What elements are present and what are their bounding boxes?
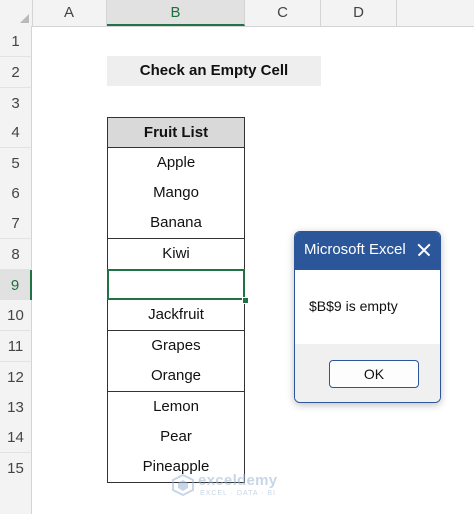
exceldemy-logo-icon [172,474,194,496]
row-header-5[interactable]: 5 [0,148,32,179]
row-header-4[interactable]: 4 [0,117,32,148]
watermark-tagline: EXCEL · DATA · BI [200,490,276,497]
row-header-13[interactable]: 13 [0,392,32,423]
fruit-cell-b13[interactable]: Lemon [107,392,245,423]
fruit-cell-b11[interactable]: Grapes [107,331,245,362]
exceldemy-watermark: exceldemy EXCEL · DATA · BI [172,470,312,500]
column-header-b[interactable]: B [107,0,245,26]
dialog-title: Microsoft Excel [304,241,406,258]
row-header-filler [0,483,32,514]
message-box-dialog: Microsoft Excel $B$9 is empty OK [294,231,441,403]
row-header-6[interactable]: 6 [0,178,32,209]
row-header-8[interactable]: 8 [0,239,32,270]
fruit-cell-b12[interactable]: Orange [107,361,245,392]
select-all-corner[interactable] [0,0,33,26]
row-header-11[interactable]: 11 [0,331,32,362]
fruit-cell-b7[interactable]: Banana [107,208,245,239]
ok-button[interactable]: OK [329,360,419,388]
row-header-3[interactable]: 3 [0,88,32,119]
row-header-10[interactable]: 10 [0,300,32,331]
active-empty-cell-b9[interactable] [107,269,245,300]
dialog-footer: OK [295,344,440,402]
column-header-a[interactable]: A [32,0,107,26]
fruit-cell-b6[interactable]: Mango [107,178,245,209]
close-icon[interactable] [412,238,436,262]
column-header-c[interactable]: C [245,0,321,26]
fill-handle[interactable] [242,297,249,304]
dialog-body: $B$9 is empty [295,270,440,344]
row-header-9[interactable]: 9 [0,270,32,301]
row-header-12[interactable]: 12 [0,362,32,393]
row-header-14[interactable]: 14 [0,422,32,453]
dialog-message: $B$9 is empty [309,298,398,314]
row-header-1[interactable]: 1 [0,26,32,57]
fruit-cell-b14[interactable]: Pear [107,422,245,453]
fruit-cell-b5[interactable]: Apple [107,148,245,179]
row-header-15[interactable]: 15 [0,453,32,484]
fruit-cell-b10[interactable]: Jackfruit [107,300,245,331]
column-header-d[interactable]: D [321,0,397,26]
title-cell-b2[interactable]: Check an Empty Cell [107,56,321,86]
row-header-2[interactable]: 2 [0,57,32,88]
watermark-name: exceldemy [198,472,278,489]
row-header-7[interactable]: 7 [0,208,32,239]
fruit-list-header[interactable]: Fruit List [107,117,245,148]
fruit-cell-b8[interactable]: Kiwi [107,239,245,270]
dialog-title-bar[interactable]: Microsoft Excel [295,232,440,270]
